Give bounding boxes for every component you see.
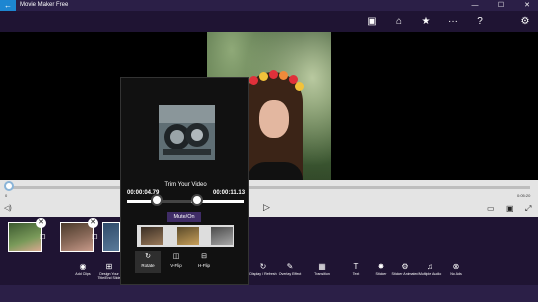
overlay-icon: ✎ [286, 262, 294, 271]
aspect-icon[interactable]: ▭ [487, 204, 495, 213]
trim-end-time: 00:00:11.13 [213, 190, 246, 196]
clip-copy-icon[interactable]: ❐ [92, 234, 97, 241]
current-time: 0 [5, 193, 8, 198]
v-flip-label: V-Flip [170, 263, 182, 268]
help-icon[interactable]: ? [473, 15, 487, 29]
fullscreen-icon[interactable]: ⤢ [525, 204, 531, 214]
no-ads-icon: ⊗ [452, 262, 460, 271]
flower-crown [269, 70, 278, 79]
play-icon[interactable]: ▷ [263, 202, 270, 213]
maximize-button[interactable]: ☐ [492, 0, 510, 11]
trim-panel: Trim Your Video 00:00:04.79 00:00:11.13 … [120, 77, 249, 285]
trim-start-handle[interactable] [151, 194, 163, 206]
top-toolbar: ▣ ⌂ ★ ··· ? ⚙ [0, 11, 538, 32]
no-ads-label: No Ads [450, 272, 462, 276]
home-icon[interactable]: ⌂ [392, 15, 406, 29]
trim-actions: ↻ Rotate ◫ V-Flip ⊟ H-Flip [131, 251, 240, 273]
trim-video-thumbnail [159, 105, 215, 160]
close-button[interactable]: ✕ [518, 0, 536, 11]
photo-face [259, 100, 289, 138]
back-button[interactable]: ← [0, 0, 16, 11]
clip-close-icon[interactable]: ✕ [36, 218, 46, 228]
rotate-icon: ↻ [145, 253, 151, 260]
h-flip-label: H-Flip [198, 263, 210, 268]
total-time: 0:05:20 [517, 193, 531, 198]
app-title: Movie Maker Free [20, 2, 69, 8]
strip-frame [141, 227, 163, 245]
bottom-bar [0, 285, 538, 302]
v-flip-icon: ◫ [172, 253, 180, 260]
volume-icon[interactable]: ◁) [4, 204, 12, 212]
save-icon[interactable]: ▣ [365, 15, 379, 29]
strip-frame [211, 227, 233, 245]
trim-frame-strip[interactable] [137, 225, 234, 247]
settings-icon[interactable]: ⚙ [518, 15, 532, 29]
minimize-button[interactable]: — [466, 0, 484, 11]
seek-track[interactable] [8, 186, 530, 189]
transition-icon: ▦ [318, 262, 326, 271]
strip-frame [177, 227, 199, 245]
trim-thumbnail-art [159, 105, 215, 160]
no-ads-button[interactable]: ⊗ No Ads [439, 262, 473, 276]
v-flip-button[interactable]: ◫ V-Flip [163, 251, 189, 273]
trim-end-handle[interactable] [191, 194, 203, 206]
title-bar: ← Movie Maker Free — ☐ ✕ [0, 0, 538, 11]
overlay-effect-button[interactable]: ✎ Overlay Effect [273, 262, 307, 276]
clip-close-icon[interactable]: ✕ [88, 218, 98, 228]
rotate-label: Rotate [141, 263, 155, 268]
flower-crown [249, 76, 258, 85]
star-icon[interactable]: ★ [419, 15, 433, 29]
transition-button[interactable]: ▦ Transition [305, 262, 339, 276]
h-flip-icon: ⊟ [201, 253, 207, 260]
more-icon[interactable]: ··· [446, 15, 460, 29]
h-flip-button[interactable]: ⊟ H-Flip [191, 251, 217, 273]
trim-title: Trim Your Video [164, 182, 207, 188]
flower-crown [279, 71, 288, 80]
overlay-effect-label: Overlay Effect [278, 272, 302, 276]
flower-crown [259, 72, 268, 81]
rotate-button[interactable]: ↻ Rotate [135, 251, 161, 273]
mute-toggle-button[interactable]: Mute/On [167, 212, 201, 222]
clip-copy-icon[interactable]: ❐ [40, 234, 45, 241]
crop-icon[interactable]: ▣ [506, 204, 514, 213]
flower-crown [295, 82, 304, 91]
transition-label: Transition [314, 272, 330, 276]
clip-thumbnail[interactable] [102, 222, 120, 252]
seek-knob[interactable] [4, 181, 14, 191]
